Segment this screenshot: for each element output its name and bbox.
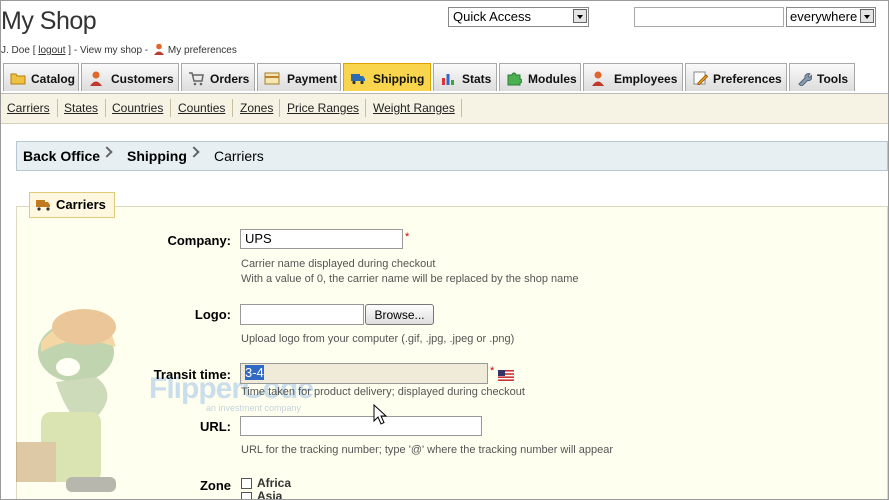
transit-time-input[interactable]: 3-4 <box>240 363 488 384</box>
search-scope-select[interactable]: everywhere <box>786 7 876 27</box>
breadcrumb-current: Carriers <box>214 148 264 164</box>
preferences-person-icon <box>153 43 165 55</box>
shop-title: My Shop <box>1 7 97 35</box>
subnav-counties[interactable]: Counties <box>178 101 225 115</box>
quick-access-select[interactable]: Quick Access <box>448 7 589 27</box>
shipping-subnav: Carriers States Countries Counties Zones… <box>1 94 888 124</box>
mouse-cursor-icon <box>373 403 388 426</box>
subnav-carriers[interactable]: Carriers <box>7 101 50 115</box>
truck-icon <box>36 195 52 211</box>
subnav-price-ranges[interactable]: Price Ranges <box>287 101 359 115</box>
payment-icon <box>264 70 280 86</box>
transit-time-label: Transit time: <box>153 367 231 382</box>
company-label: Company: <box>167 233 231 248</box>
pencil-icon <box>692 70 709 86</box>
us-flag-icon[interactable] <box>498 368 514 381</box>
zone-africa-checkbox[interactable] <box>241 478 252 489</box>
user-bar: J. Doe [ logout ] - View my shop - My pr… <box>1 43 237 56</box>
breadcrumb-back-office[interactable]: Back Office <box>23 148 100 164</box>
tab-orders[interactable]: Orders <box>181 63 255 91</box>
tab-stats[interactable]: Stats <box>433 63 497 91</box>
main-tabs: Catalog Customers Orders Payment Shippin… <box>1 63 888 94</box>
tab-shipping[interactable]: Shipping <box>343 63 431 91</box>
logo-file-input[interactable] <box>240 304 364 325</box>
tab-catalog[interactable]: Catalog <box>3 63 79 91</box>
breadcrumb-shipping[interactable]: Shipping <box>127 148 187 164</box>
transit-time-value: 3-4 <box>245 365 264 380</box>
transit-time-hint: Time taken for product delivery; display… <box>241 386 525 398</box>
breadcrumb: Back Office Shipping Carriers <box>16 141 888 171</box>
chevron-down-icon[interactable] <box>573 9 587 23</box>
bar-chart-icon <box>440 70 456 86</box>
tab-payment[interactable]: Payment <box>257 63 341 91</box>
subnav-states[interactable]: States <box>64 101 98 115</box>
subnav-zones[interactable]: Zones <box>240 101 273 115</box>
chevron-right-icon <box>101 146 113 158</box>
logo-label: Logo: <box>194 307 231 322</box>
main-content: Back Office Shipping Carriers Carriers F <box>1 124 888 500</box>
search-scope-value: everywhere <box>790 9 858 24</box>
logout-link[interactable]: logout <box>38 45 65 56</box>
chevron-right-icon <box>188 146 200 158</box>
tab-employees[interactable]: Employees <box>583 63 683 91</box>
user-name: J. Doe <box>1 45 30 56</box>
view-shop-link[interactable]: View my shop <box>80 45 142 56</box>
puzzle-icon <box>506 70 523 86</box>
tab-preferences[interactable]: Preferences <box>685 63 787 91</box>
subnav-countries[interactable]: Countries <box>112 101 163 115</box>
quick-access-value: Quick Access <box>453 9 532 24</box>
chevron-down-icon[interactable] <box>860 9 874 23</box>
tab-modules[interactable]: Modules <box>499 63 581 91</box>
tab-tools[interactable]: Tools <box>789 63 855 91</box>
required-mark: * <box>405 231 410 243</box>
logo-hint: Upload logo from your computer (.gif, .j… <box>241 333 515 345</box>
cart-icon <box>188 70 204 86</box>
person-icon <box>88 70 104 86</box>
search-input[interactable] <box>634 7 784 27</box>
browser-viewport: My Shop J. Doe [ logout ] - View my shop… <box>0 0 889 500</box>
zone-asia-label: Asia <box>257 489 283 500</box>
truck-icon <box>350 70 366 86</box>
company-hint-1: Carrier name displayed during checkout <box>241 258 436 270</box>
zone-asia-checkbox[interactable] <box>241 492 252 499</box>
url-hint: URL for the tracking number; type '@' wh… <box>241 444 614 456</box>
company-input[interactable]: UPS <box>240 229 403 249</box>
subnav-weight-ranges[interactable]: Weight Ranges <box>373 101 455 115</box>
browse-button[interactable]: Browse... <box>365 304 434 325</box>
url-input[interactable] <box>240 416 482 436</box>
required-mark: * <box>490 365 495 377</box>
carriers-legend: Carriers <box>29 192 115 218</box>
zone-label: Zone <box>199 478 231 493</box>
zone-africa-label: Africa <box>257 476 292 490</box>
folder-icon <box>10 70 26 86</box>
my-preferences-link[interactable]: My preferences <box>168 45 237 56</box>
watermark-tagline: an investment company <box>206 403 302 413</box>
employee-icon <box>590 70 606 86</box>
wrench-icon <box>796 70 813 88</box>
url-label: URL: <box>199 419 231 434</box>
tab-customers[interactable]: Customers <box>81 63 179 91</box>
company-hint-2: With a value of 0, the carrier name will… <box>241 273 579 285</box>
